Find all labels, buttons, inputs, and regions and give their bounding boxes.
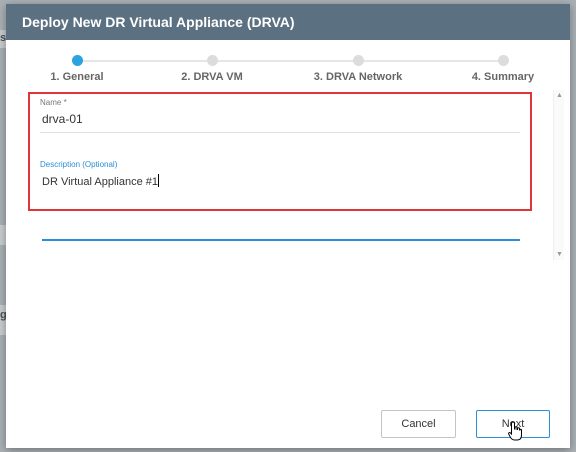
step-drva-vm[interactable]: 2. DRVA VM	[157, 55, 267, 83]
hand-pointer-icon	[508, 421, 522, 441]
description-text: DR Virtual Appliance #1	[42, 176, 158, 188]
dialog-title: Deploy New DR Virtual Appliance (DRVA)	[22, 14, 295, 30]
stepper-line	[78, 60, 502, 62]
dialog-header: Deploy New DR Virtual Appliance (DRVA)	[6, 4, 570, 40]
form-body: Name * Description (Optional) DR Virtual…	[26, 90, 564, 260]
wizard-stepper: 1. General 2. DRVA VM 3. DRVA Network 4.…	[6, 40, 570, 90]
name-label: Name *	[40, 98, 67, 107]
scroll-up-icon[interactable]: ▲	[556, 92, 563, 99]
step-label: 3. DRVA Network	[313, 71, 403, 83]
step-label: 2. DRVA VM	[181, 71, 243, 83]
step-general[interactable]: 1. General	[22, 55, 132, 83]
description-label: Description (Optional)	[40, 160, 118, 169]
description-field: Description (Optional) DR Virtual Applia…	[40, 160, 518, 192]
text-caret	[157, 174, 159, 187]
step-summary[interactable]: 4. Summary	[448, 55, 558, 83]
step-dot-active	[71, 55, 83, 66]
step-label: 4. Summary	[471, 71, 535, 83]
scroll-down-icon[interactable]: ▼	[556, 251, 563, 258]
cancel-button[interactable]: Cancel	[381, 410, 456, 438]
deploy-drva-dialog: Deploy New DR Virtual Appliance (DRVA) 1…	[6, 4, 570, 448]
name-field: Name *	[40, 98, 520, 133]
description-focus-underline	[42, 239, 520, 241]
form-scrollbar[interactable]: ▲ ▼	[553, 90, 564, 260]
step-dot	[206, 55, 218, 66]
step-label: 1. General	[50, 71, 104, 83]
description-input[interactable]: DR Virtual Appliance #1	[40, 169, 518, 192]
name-input[interactable]	[40, 107, 520, 133]
step-dot	[497, 55, 509, 66]
step-dot	[352, 55, 364, 66]
step-drva-network[interactable]: 3. DRVA Network	[303, 55, 413, 83]
